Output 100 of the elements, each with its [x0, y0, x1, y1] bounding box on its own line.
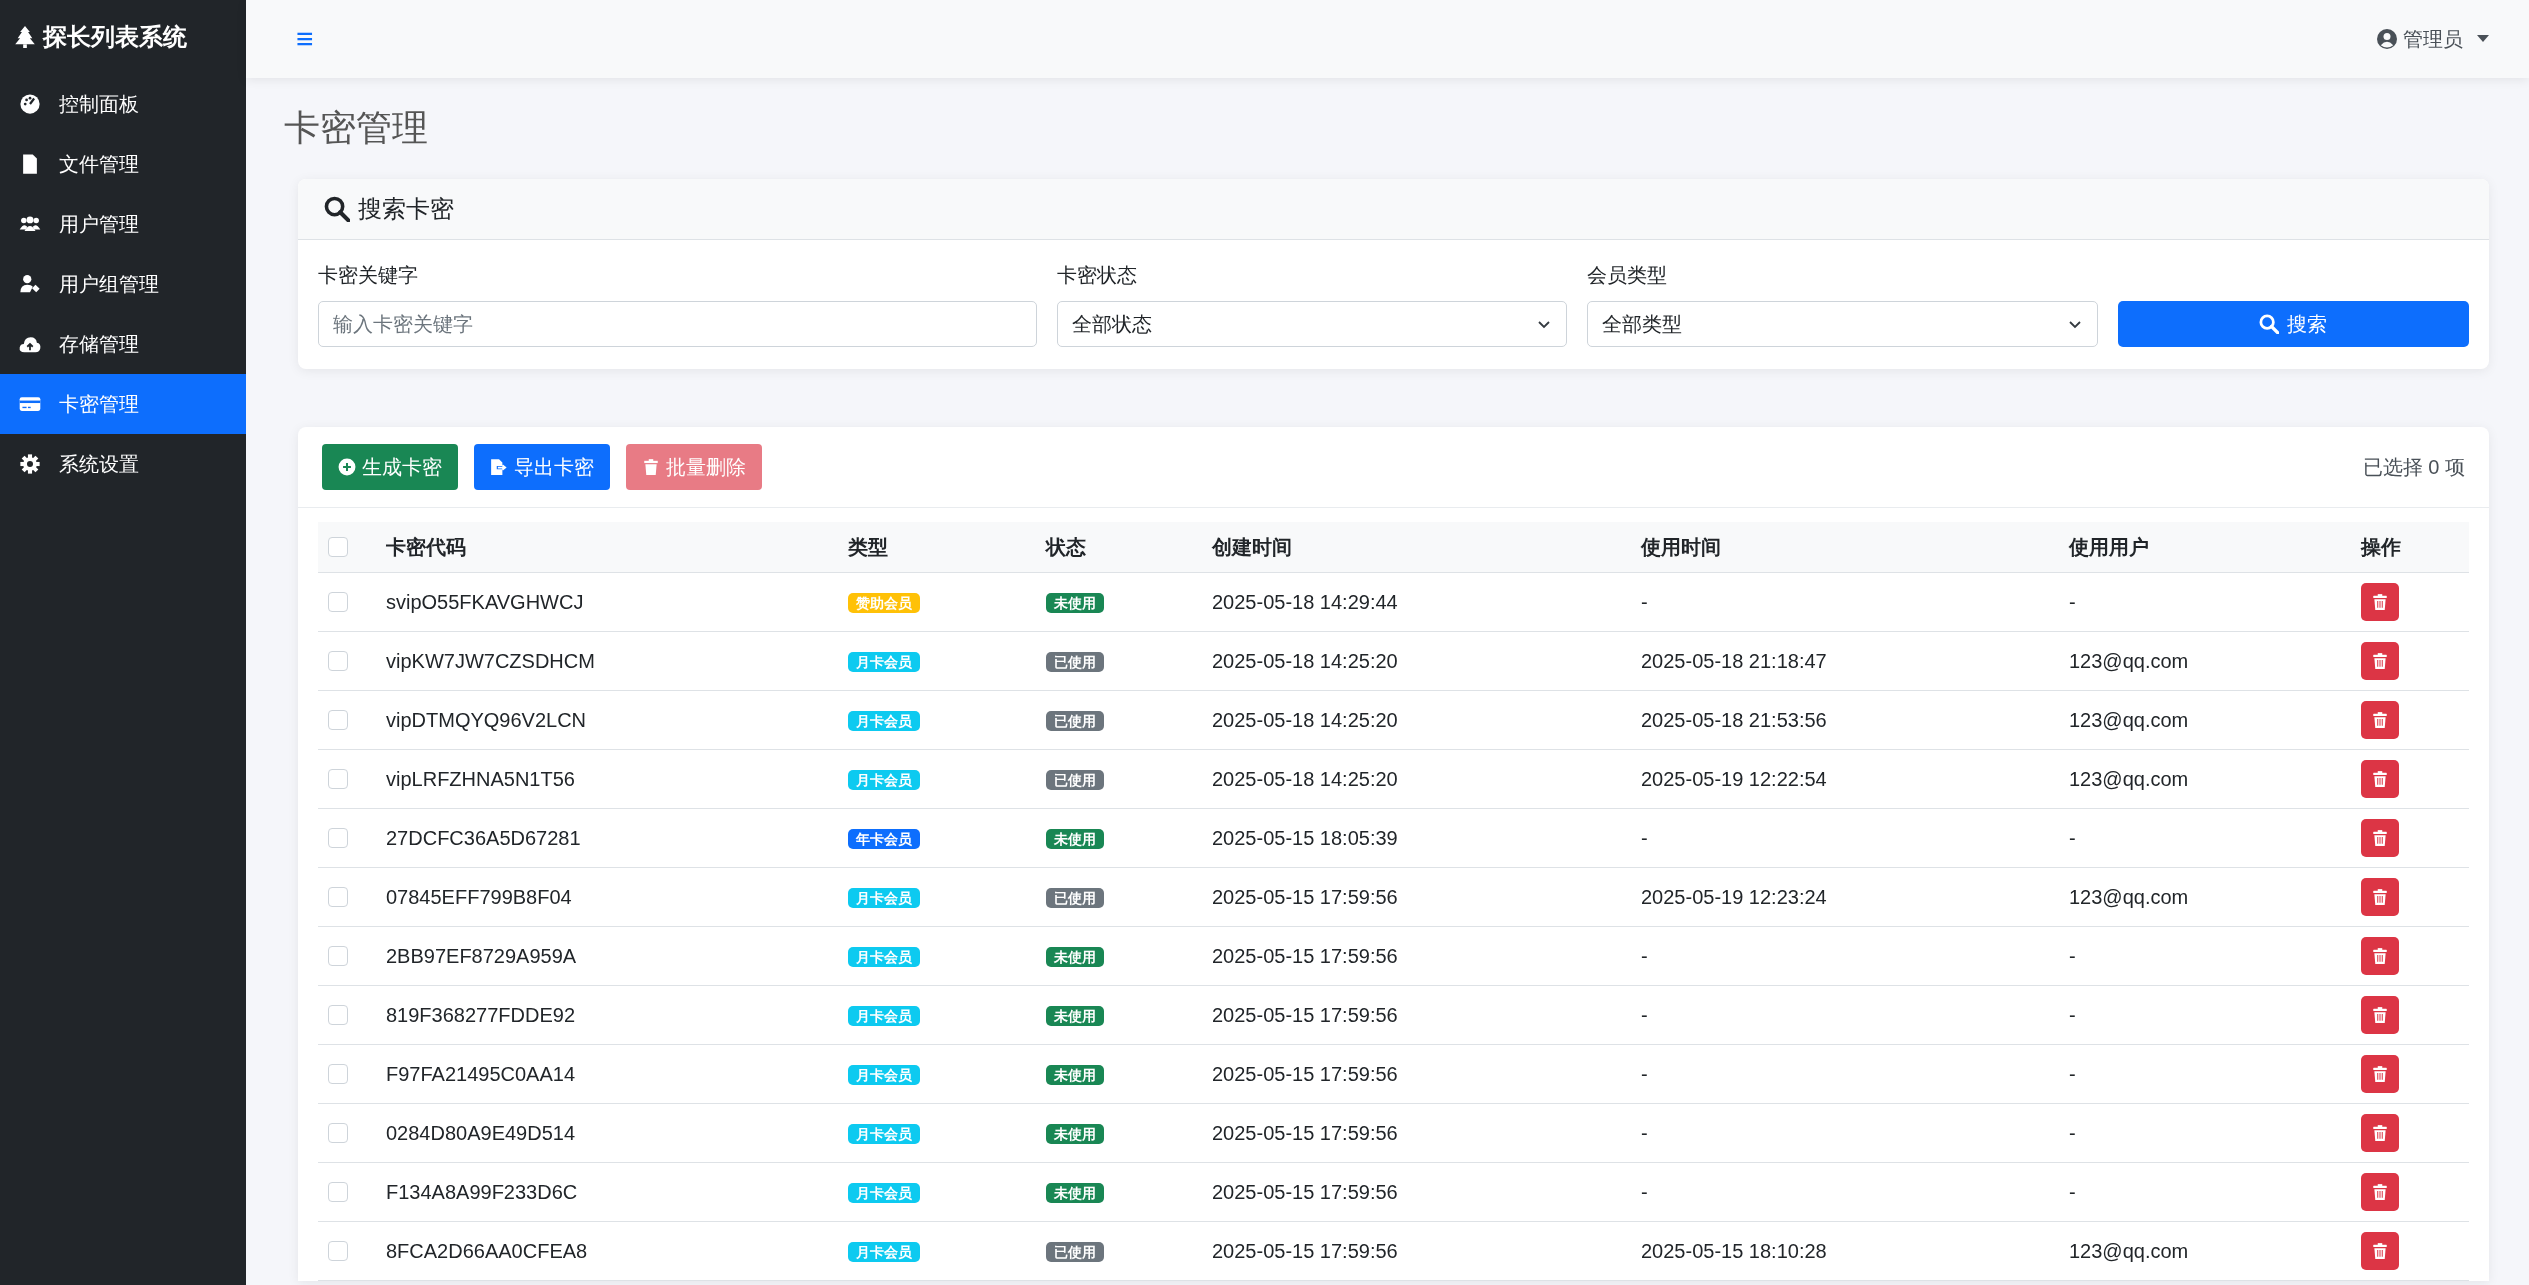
delete-button[interactable]	[2361, 937, 2399, 975]
used-time: 2025-05-15 18:10:28	[1641, 1240, 1827, 1262]
used-by-user: 123@qq.com	[2069, 1240, 2189, 1262]
card-code: 819F368277FDDE92	[386, 1004, 575, 1026]
delete-button[interactable]	[2361, 583, 2399, 621]
used-time: -	[1641, 945, 1648, 967]
sidebar-item[interactable]: 存储管理	[0, 314, 246, 374]
used-time: -	[1641, 591, 1648, 613]
trash-icon	[2371, 828, 2389, 848]
used-time: -	[1641, 827, 1648, 849]
trash-icon	[2371, 1182, 2389, 1202]
column-header: 使用用户	[2069, 536, 2149, 558]
trash-icon	[2371, 1241, 2389, 1261]
delete-button[interactable]	[2361, 1114, 2399, 1152]
user-tag-icon	[19, 273, 41, 295]
delete-button[interactable]	[2361, 1232, 2399, 1270]
status-tag: 已使用	[1046, 652, 1104, 672]
sidebar-item[interactable]: 控制面板	[0, 74, 246, 134]
sidebar-item[interactable]: 文件管理	[0, 134, 246, 194]
column-header: 状态	[1046, 536, 1086, 558]
select-field[interactable]: 全部状态	[1056, 301, 1568, 347]
status-tag: 未使用	[1046, 1183, 1104, 1203]
row-checkbox[interactable]	[328, 1182, 348, 1202]
status-tag: 未使用	[1046, 593, 1104, 613]
created-time: 2025-05-15 17:59:56	[1212, 1122, 1398, 1144]
type-tag: 月卡会员	[848, 1124, 920, 1144]
row-checkbox[interactable]	[328, 828, 348, 848]
row-checkbox[interactable]	[328, 887, 348, 907]
trash-icon	[2371, 946, 2389, 966]
column-header: 卡密代码	[386, 536, 466, 558]
row-checkbox[interactable]	[328, 946, 348, 966]
field-label: 会员类型	[1587, 263, 1669, 288]
user-menu[interactable]: 管理员	[2377, 25, 2489, 53]
status-tag: 已使用	[1046, 1242, 1104, 1262]
row-checkbox[interactable]	[328, 651, 348, 671]
delete-button[interactable]	[2361, 996, 2399, 1034]
row-checkbox[interactable]	[328, 1064, 348, 1084]
used-by-user: -	[2069, 1181, 2076, 1203]
created-time: 2025-05-18 14:25:20	[1212, 650, 1398, 672]
card-code: 07845EFF799B8F04	[386, 886, 572, 908]
delete-button[interactable]	[2361, 701, 2399, 739]
generate-button[interactable]: 生成卡密	[322, 444, 458, 490]
sidebar-item[interactable]: 系统设置	[0, 434, 246, 494]
used-time: 2025-05-19 12:22:54	[1641, 768, 1827, 790]
type-tag: 月卡会员	[848, 947, 920, 967]
tree-icon	[15, 26, 35, 48]
column-header: 操作	[2361, 536, 2401, 558]
row-checkbox[interactable]	[328, 710, 348, 730]
select-all-checkbox[interactable]	[328, 537, 348, 557]
card-code: vipLRFZHNA5N1T56	[386, 768, 575, 790]
trash-icon	[2371, 887, 2389, 907]
trash-icon	[2371, 710, 2389, 730]
created-time: 2025-05-15 17:59:56	[1212, 1240, 1398, 1262]
card-title: 搜索卡密	[358, 194, 454, 224]
field-label: 卡密状态	[1056, 263, 1138, 288]
trash-icon	[2371, 1123, 2389, 1143]
sidebar-item[interactable]: 用户管理	[0, 194, 246, 254]
row-checkbox[interactable]	[328, 1005, 348, 1025]
sidebar-item[interactable]: 卡密管理	[0, 374, 246, 434]
search-button[interactable]: 搜索	[2118, 301, 2469, 347]
user-name: 管理员	[2403, 26, 2463, 52]
used-time: -	[1641, 1004, 1648, 1026]
search-icon	[2259, 314, 2280, 334]
card-code: 0284D80A9E49D514	[386, 1122, 576, 1144]
selected-count: 已选择 0 项	[2362, 454, 2465, 480]
page-title: 卡密管理	[284, 106, 429, 150]
plus-circle-icon	[338, 458, 356, 476]
menu-button[interactable]: ≡	[296, 22, 314, 56]
type-tag: 年卡会员	[848, 829, 920, 849]
used-time: -	[1641, 1181, 1648, 1203]
delete-button[interactable]	[2361, 760, 2399, 798]
sidebar-item[interactable]: 用户组管理	[0, 254, 246, 314]
delete-button[interactable]	[2361, 878, 2399, 916]
row-checkbox[interactable]	[328, 1241, 348, 1261]
created-time: 2025-05-18 14:25:20	[1212, 768, 1398, 790]
created-time: 2025-05-15 18:05:39	[1212, 827, 1398, 849]
delete-button[interactable]	[2361, 819, 2399, 857]
status-tag: 未使用	[1046, 947, 1104, 967]
trash-icon	[2371, 1005, 2389, 1025]
keyword-field[interactable]: 输入卡密关键字	[318, 301, 1037, 347]
status-tag: 已使用	[1046, 711, 1104, 731]
delete-button[interactable]	[2361, 642, 2399, 680]
row-checkbox[interactable]	[328, 592, 348, 612]
used-time: 2025-05-18 21:53:56	[1641, 709, 1827, 731]
select-field[interactable]: 全部类型	[1587, 301, 2098, 347]
card-code: vipDTMQYQ96V2LCN	[386, 709, 587, 731]
user-circle-icon	[2377, 29, 2397, 49]
used-by-user: -	[2069, 945, 2076, 967]
created-time: 2025-05-18 14:25:20	[1212, 709, 1398, 731]
trash-icon	[2371, 1064, 2389, 1084]
row-checkbox[interactable]	[328, 1123, 348, 1143]
row-checkbox[interactable]	[328, 769, 348, 789]
trash-icon	[2371, 651, 2389, 671]
used-time: -	[1641, 1063, 1648, 1085]
delete-button[interactable]	[2361, 1055, 2399, 1093]
export-button[interactable]: 导出卡密	[474, 444, 610, 490]
delete-button[interactable]	[2361, 1173, 2399, 1211]
created-time: 2025-05-15 17:59:56	[1212, 1181, 1398, 1203]
gauge-icon	[19, 93, 41, 115]
status-tag: 未使用	[1046, 1065, 1104, 1085]
